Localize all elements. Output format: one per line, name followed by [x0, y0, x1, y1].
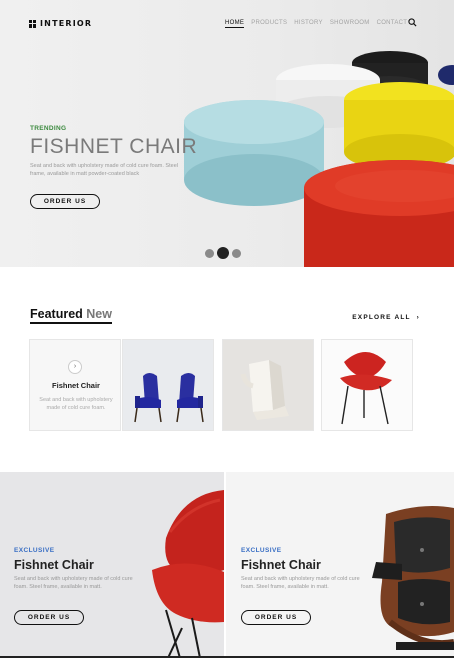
main-menu: HOME PRODUCTS HISTORY SHOWROOM CONTACT [225, 20, 407, 28]
promo-order-button[interactable]: ORDER US [14, 610, 84, 625]
product-card[interactable] [222, 339, 314, 431]
nav-item-products[interactable]: PRODUCTS [251, 20, 287, 28]
promo-title: Fishnet Chair [14, 558, 94, 572]
promo-description: Seat and back with upholstery made of co… [14, 576, 133, 590]
featured-header: Featured New EXPLORE ALL › [30, 307, 420, 324]
blue-armchairs-image [134, 373, 204, 423]
promo-title: Fishnet Chair [241, 558, 321, 572]
promo-tag: EXCLUSIVE [14, 547, 55, 554]
product-card-description: Seat and back with upholstery made of co… [39, 397, 113, 411]
hero-tag: TRENDING [30, 125, 67, 132]
slider-dot-3[interactable] [232, 248, 241, 258]
product-card[interactable] [321, 339, 413, 431]
nav-item-contact[interactable]: CONTACT [377, 20, 408, 28]
white-chair-image [240, 360, 289, 420]
top-navigation: INTERIOR HOME PRODUCTS HISTORY SHOWROOM … [0, 17, 454, 31]
hero-order-button[interactable]: ORDER US [30, 194, 100, 209]
slider-dot-2[interactable] [217, 247, 229, 259]
promo-tag: EXCLUSIVE [241, 547, 282, 554]
promo-banner: EXCLUSIVE Fishnet Chair Seat and back wi… [226, 472, 454, 658]
promo-order-button[interactable]: ORDER US [241, 610, 311, 625]
hero-title: FISHNET CHAIR [30, 135, 198, 158]
explore-all-link[interactable]: EXPLORE ALL › [352, 314, 420, 321]
hero-text-block: TRENDING FISHNET CHAIR Seat and back wit… [30, 125, 198, 178]
nav-item-history[interactable]: HISTORY [294, 20, 323, 28]
slider-dot-1[interactable] [205, 248, 214, 258]
logo[interactable]: INTERIOR [29, 19, 92, 28]
featured-title-new: New [86, 307, 112, 321]
promo-text-block: EXCLUSIVE Fishnet Chair Seat and back wi… [241, 547, 371, 591]
nav-item-showroom[interactable]: SHOWROOM [330, 20, 370, 28]
hero-description: Seat and back with upholstery made of co… [30, 163, 178, 177]
hero-banner: INTERIOR HOME PRODUCTS HISTORY SHOWROOM … [0, 0, 454, 267]
featured-cards: › Fishnet Chair Seat and back with uphol… [29, 339, 413, 431]
nav-item-home[interactable]: HOME [225, 20, 245, 28]
product-card-title: Fishnet Chair [52, 381, 100, 390]
logo-icon [29, 19, 37, 28]
promo-text-block: EXCLUSIVE Fishnet Chair Seat and back wi… [14, 547, 144, 591]
chevron-right-icon[interactable]: › [68, 360, 82, 374]
featured-title-main: Featured [30, 307, 83, 321]
product-card[interactable]: › Fishnet Chair Seat and back with uphol… [29, 339, 121, 431]
featured-title: Featured New [30, 307, 112, 324]
promo-description: Seat and back with upholstery made of co… [241, 576, 360, 590]
promo-banner: EXCLUSIVE Fishnet Chair Seat and back wi… [0, 472, 224, 658]
explore-all-label: EXPLORE ALL [352, 314, 411, 321]
logo-text: INTERIOR [40, 19, 93, 28]
slider-dots [205, 247, 241, 259]
product-card[interactable] [122, 339, 214, 431]
chevron-right-icon: › [413, 314, 420, 321]
red-chair-image [340, 352, 392, 425]
search-icon[interactable] [408, 18, 417, 27]
